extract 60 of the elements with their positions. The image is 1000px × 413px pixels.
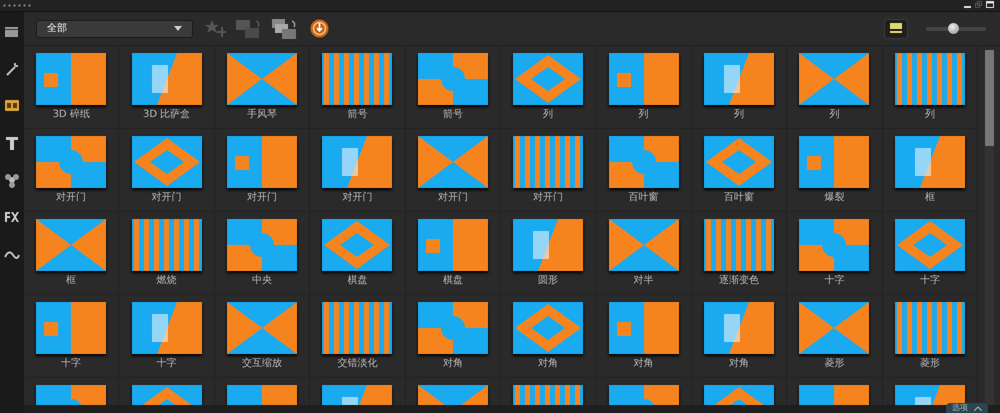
thumbnail-label: 对角 <box>728 358 749 370</box>
graphics-icon[interactable] <box>4 172 20 188</box>
thumbnail-label: 菱形 <box>920 358 940 370</box>
thumbnail-label: 十字 <box>61 358 82 370</box>
effects-icon[interactable] <box>4 61 20 77</box>
thumbnail-label: 对半 <box>634 275 654 287</box>
thumbnail-label: 中央 <box>252 275 272 287</box>
thumbnail-label: 十字 <box>156 358 177 370</box>
thumbnail-label: 箭号 <box>347 109 368 121</box>
filter-icon[interactable] <box>4 209 20 225</box>
thumbnail-label: 棋盘 <box>442 275 463 287</box>
thumbnail-label: 对角 <box>442 358 463 370</box>
download-icon[interactable] <box>310 19 329 38</box>
thumbnail-label: 百叶窗 <box>628 192 659 204</box>
thumbnail-label: 列 <box>924 109 935 121</box>
thumbnail-label: 爆裂 <box>824 192 844 204</box>
grip-handle[interactable] <box>2 4 32 7</box>
thumbnail-label: 交互缩放 <box>242 358 282 370</box>
maximize-icon[interactable] <box>986 1 994 8</box>
film-icon[interactable] <box>4 24 20 40</box>
thumbnail-label: 框 <box>924 192 935 204</box>
slider-thumb[interactable] <box>948 23 960 34</box>
thumbnail-label: 对开门 <box>56 192 86 204</box>
thumbnail-label: 对开门 <box>246 192 277 204</box>
view-toggle-button[interactable] <box>884 18 908 38</box>
thumbnail-label: 列 <box>734 109 744 121</box>
thumbnail-label: 交错淡化 <box>337 358 378 370</box>
scrollbar-thumb[interactable] <box>984 50 994 146</box>
thumbnail-label: 菱形 <box>824 358 844 370</box>
dropdown-arrow-icon <box>174 26 182 31</box>
thumbnail-label: 列 <box>638 109 649 121</box>
thumbnail-label: 对开门 <box>438 192 468 204</box>
thumbnail-label: 燃烧 <box>156 275 177 287</box>
thumbnail-label: 对角 <box>538 358 558 370</box>
thumbnail-label: 3D 比萨盒 <box>142 109 190 121</box>
thumbnail-label: 框 <box>66 275 76 287</box>
thumbnail-label: 手风琴 <box>246 109 277 121</box>
thumbnail-label: 3D 碎纸 <box>52 109 90 121</box>
options-button[interactable]: 选项 <box>946 403 988 413</box>
thumbnail-label: 对角 <box>634 358 654 370</box>
scrollbar[interactable] <box>984 50 994 405</box>
layout-icon <box>890 23 902 34</box>
thumbnail-label: 对开门 <box>342 192 372 204</box>
thumbnail-label: 列 <box>829 109 840 121</box>
thumbnail-label: 棋盘 <box>347 275 368 287</box>
zoom-slider[interactable] <box>926 22 986 34</box>
category-dropdown[interactable]: 全部 <box>36 20 193 38</box>
thumbnail-label: 对开门 <box>152 192 182 204</box>
thumbnail-label: 十字 <box>920 275 940 287</box>
transition-icon[interactable] <box>4 98 20 114</box>
apply-all-icon[interactable] <box>272 18 298 38</box>
chevron-up-icon <box>974 406 982 410</box>
thumbnail-label: 列 <box>543 109 554 121</box>
thumbnail-label: 十字 <box>824 275 844 287</box>
title-icon[interactable] <box>4 135 20 151</box>
thumbnail-label: 圆形 <box>538 275 558 287</box>
thumbnail-label: 箭号 <box>442 109 463 121</box>
thumbnail-label: 对开门 <box>533 192 564 204</box>
thumbnail-label: 逐渐变色 <box>718 275 759 287</box>
thumbnail-label: 百叶窗 <box>724 192 754 204</box>
